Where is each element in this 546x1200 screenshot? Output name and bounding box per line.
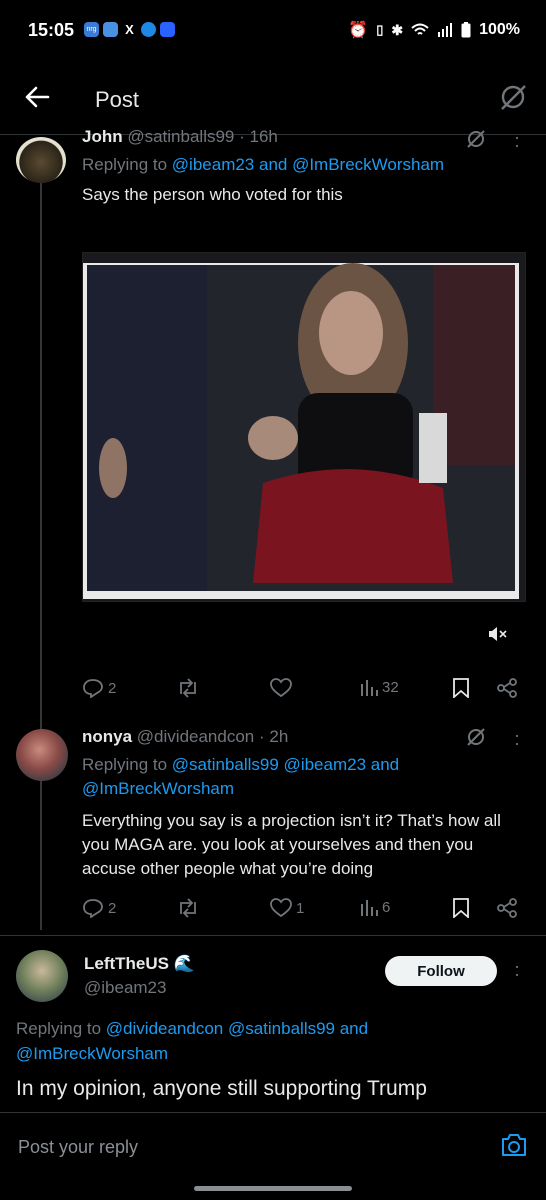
avatar[interactable] <box>16 729 68 781</box>
replying-to-links[interactable]: @ibeam23 and @ImBreckWorsham <box>172 155 444 174</box>
reply-icon <box>83 679 103 698</box>
reply-count: 2 <box>108 899 117 917</box>
wifi-icon <box>411 23 429 35</box>
nrg-app-icon: nrg <box>84 22 99 37</box>
bookmark-icon[interactable] <box>452 898 470 918</box>
follow-button[interactable]: Follow <box>385 956 497 986</box>
replying-to-links[interactable]: @ImBreckWorsham <box>16 1044 168 1063</box>
home-indicator[interactable] <box>194 1186 352 1191</box>
avatar[interactable] <box>16 137 66 183</box>
divider <box>0 935 546 936</box>
author-handle[interactable]: @divideandcon <box>137 727 254 746</box>
status-time: 15:05 <box>28 20 75 40</box>
battery-icon <box>461 22 471 38</box>
back-arrow-icon[interactable] <box>24 84 50 110</box>
replying-to-links[interactable]: @ImBreckWorsham <box>82 779 234 798</box>
tweet-meta: nonya @divideandcon · 2h <box>82 727 288 747</box>
grok-icon[interactable] <box>498 82 528 112</box>
video-frame <box>83 253 525 601</box>
edge-app-icon <box>141 22 156 37</box>
post-time: · 2h <box>258 727 289 746</box>
video-media[interactable] <box>82 252 526 602</box>
more-options-icon[interactable]: · · <box>512 128 522 154</box>
wave-emoji: 🌊 <box>173 954 195 973</box>
mute-icon[interactable] <box>487 626 507 642</box>
views-count: 32 <box>382 678 399 696</box>
reply-count: 2 <box>108 679 117 697</box>
views-icon <box>361 900 378 916</box>
x-app-icon: X <box>125 22 134 37</box>
alarm-icon: ⏰ <box>348 22 369 39</box>
like-icon <box>270 898 292 918</box>
post-time: · 16h <box>239 127 278 146</box>
author-name[interactable]: nonya <box>82 727 132 746</box>
author-handle[interactable]: @satinballs99 <box>127 127 234 146</box>
bookmark-icon[interactable] <box>452 678 470 698</box>
tweet-nonya[interactable]: nonya @divideandcon · 2h · · Replying to … <box>0 725 546 925</box>
more-options-icon[interactable]: · · <box>512 726 522 752</box>
vibrate-icon: ▯ <box>376 22 384 37</box>
page-title: Post <box>95 87 140 112</box>
more-options-icon[interactable]: · · <box>512 957 522 983</box>
post-header: Post <box>0 62 546 135</box>
tweet-text: Says the person who voted for this <box>82 185 343 204</box>
views-icon <box>361 680 378 696</box>
tweet-actions: 2 32 <box>82 678 522 700</box>
tweet-actions: 2 1 6 <box>82 898 522 920</box>
share-icon[interactable] <box>496 898 518 918</box>
replying-to-links[interactable]: @divideandcon @satinballs99 and <box>106 1019 368 1038</box>
battery-percent: 100% <box>479 21 520 38</box>
views-count: 6 <box>382 898 391 916</box>
replying-to: Replying to @satinballs99 @ibeam23 and @… <box>82 755 400 798</box>
system-icons: ⏰ ▯ ✱ 100% <box>348 20 520 40</box>
tweet-text: Everything you say is a projection isn’t… <box>82 811 501 878</box>
author-name-row: LeftTheUS 🌊 <box>84 954 195 974</box>
reply-button[interactable]: 2 <box>82 898 116 918</box>
slack-app-icon <box>103 22 118 37</box>
share-icon[interactable] <box>496 678 518 698</box>
reply-icon <box>83 899 103 918</box>
bluetooth-icon: ✱ <box>391 21 404 38</box>
avatar[interactable] <box>16 950 68 1002</box>
status-bar: 15:05 nrg X ⏰ ▯ ✱ 100% <box>0 0 546 62</box>
generic-app-icon <box>160 22 175 37</box>
replying-to: Replying to @ibeam23 and @ImBreckWorsham <box>82 155 445 174</box>
like-button[interactable]: 1 <box>270 898 304 918</box>
repost-icon[interactable] <box>176 898 200 918</box>
camera-icon[interactable] <box>500 1133 528 1157</box>
grok-icon[interactable] <box>466 727 486 747</box>
tweet-meta: John @satinballs99 · 16h <box>82 127 278 147</box>
like-count: 1 <box>296 899 305 917</box>
signal-icon <box>438 23 453 37</box>
author-handle[interactable]: @ibeam23 <box>84 978 166 998</box>
notification-icons: nrg X <box>84 22 175 37</box>
grok-icon[interactable] <box>466 129 486 149</box>
author-name[interactable]: John <box>82 127 123 146</box>
reply-button[interactable]: 2 <box>82 678 116 698</box>
replying-to: Replying to @divideandcon @satinballs99 … <box>16 1019 369 1063</box>
reply-input[interactable] <box>16 1131 460 1163</box>
like-icon[interactable] <box>270 678 292 698</box>
repost-icon[interactable] <box>176 678 200 698</box>
reply-bar <box>0 1112 546 1179</box>
tweet-text: In my opinion, anyone still supporting T… <box>16 1077 427 1100</box>
views-button[interactable]: 32 <box>360 678 399 696</box>
views-button[interactable]: 6 <box>360 898 390 916</box>
replying-to-links[interactable]: @satinballs99 @ibeam23 and <box>172 755 399 774</box>
author-name[interactable]: LeftTheUS <box>84 954 169 973</box>
